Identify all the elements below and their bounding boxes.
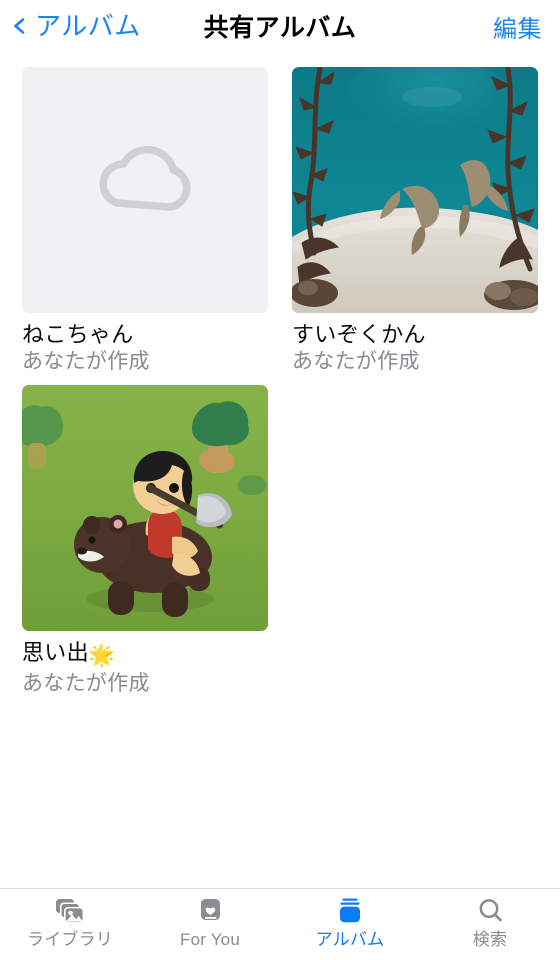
chevron-left-icon xyxy=(12,18,28,34)
album-title: 思い出🌟 xyxy=(22,640,268,668)
tab-search[interactable]: 検索 xyxy=(420,896,560,948)
tab-label: ライブラリ xyxy=(27,930,113,949)
tab-label: For You xyxy=(179,930,240,949)
album-cell[interactable]: 思い出🌟 あなたが作成 xyxy=(22,385,268,695)
album-thumbnail-memories[interactable] xyxy=(22,385,268,632)
tab-bar: ライブラリ For You アルバム 検索 xyxy=(0,888,560,960)
photos-shared-albums-screen: アルバム 共有アルバム 編集 ねこちゃん あなたが作成 すいぞくかん あなたが作… xyxy=(0,0,560,960)
tab-library[interactable]: ライブラリ xyxy=(0,896,140,948)
tab-label: 検索 xyxy=(472,930,508,949)
edit-button[interactable]: 編集 xyxy=(493,9,560,44)
albums-scroll-area[interactable]: ねこちゃん あなたが作成 すいぞくかん あなたが作成 思い出🌟 あなたが作成 xyxy=(0,52,560,888)
glowing-star-emoji: 🌟 xyxy=(88,644,116,668)
album-subtitle: あなたが作成 xyxy=(22,350,150,374)
photo-stack-icon xyxy=(54,896,86,926)
tab-albums[interactable]: アルバム xyxy=(280,896,420,948)
album-thumbnail-placeholder[interactable] xyxy=(22,67,268,313)
album-cell[interactable]: すいぞくかん あなたが作成 xyxy=(292,67,538,374)
search-icon xyxy=(474,896,506,926)
heart-card-icon xyxy=(194,896,226,926)
album-thumbnail-aquarium[interactable] xyxy=(292,67,538,313)
navigation-bar: アルバム 共有アルバム 編集 xyxy=(0,0,560,52)
back-button[interactable]: アルバム xyxy=(0,13,141,39)
album-subtitle: あなたが作成 xyxy=(292,350,420,374)
album-cell[interactable]: ねこちゃん あなたが作成 xyxy=(22,67,268,374)
albums-icon xyxy=(334,896,366,926)
album-subtitle: あなたが作成 xyxy=(22,671,150,695)
back-button-label: アルバム xyxy=(35,11,141,41)
tab-for-you[interactable]: For You xyxy=(140,896,280,948)
album-title: ねこちゃん xyxy=(22,322,134,347)
shared-albums-grid: ねこちゃん あなたが作成 すいぞくかん あなたが作成 思い出🌟 あなたが作成 xyxy=(22,67,538,696)
album-title: すいぞくかん xyxy=(292,322,426,347)
tab-label: アルバム xyxy=(315,930,385,949)
album-title-text: 思い出 xyxy=(22,640,89,666)
